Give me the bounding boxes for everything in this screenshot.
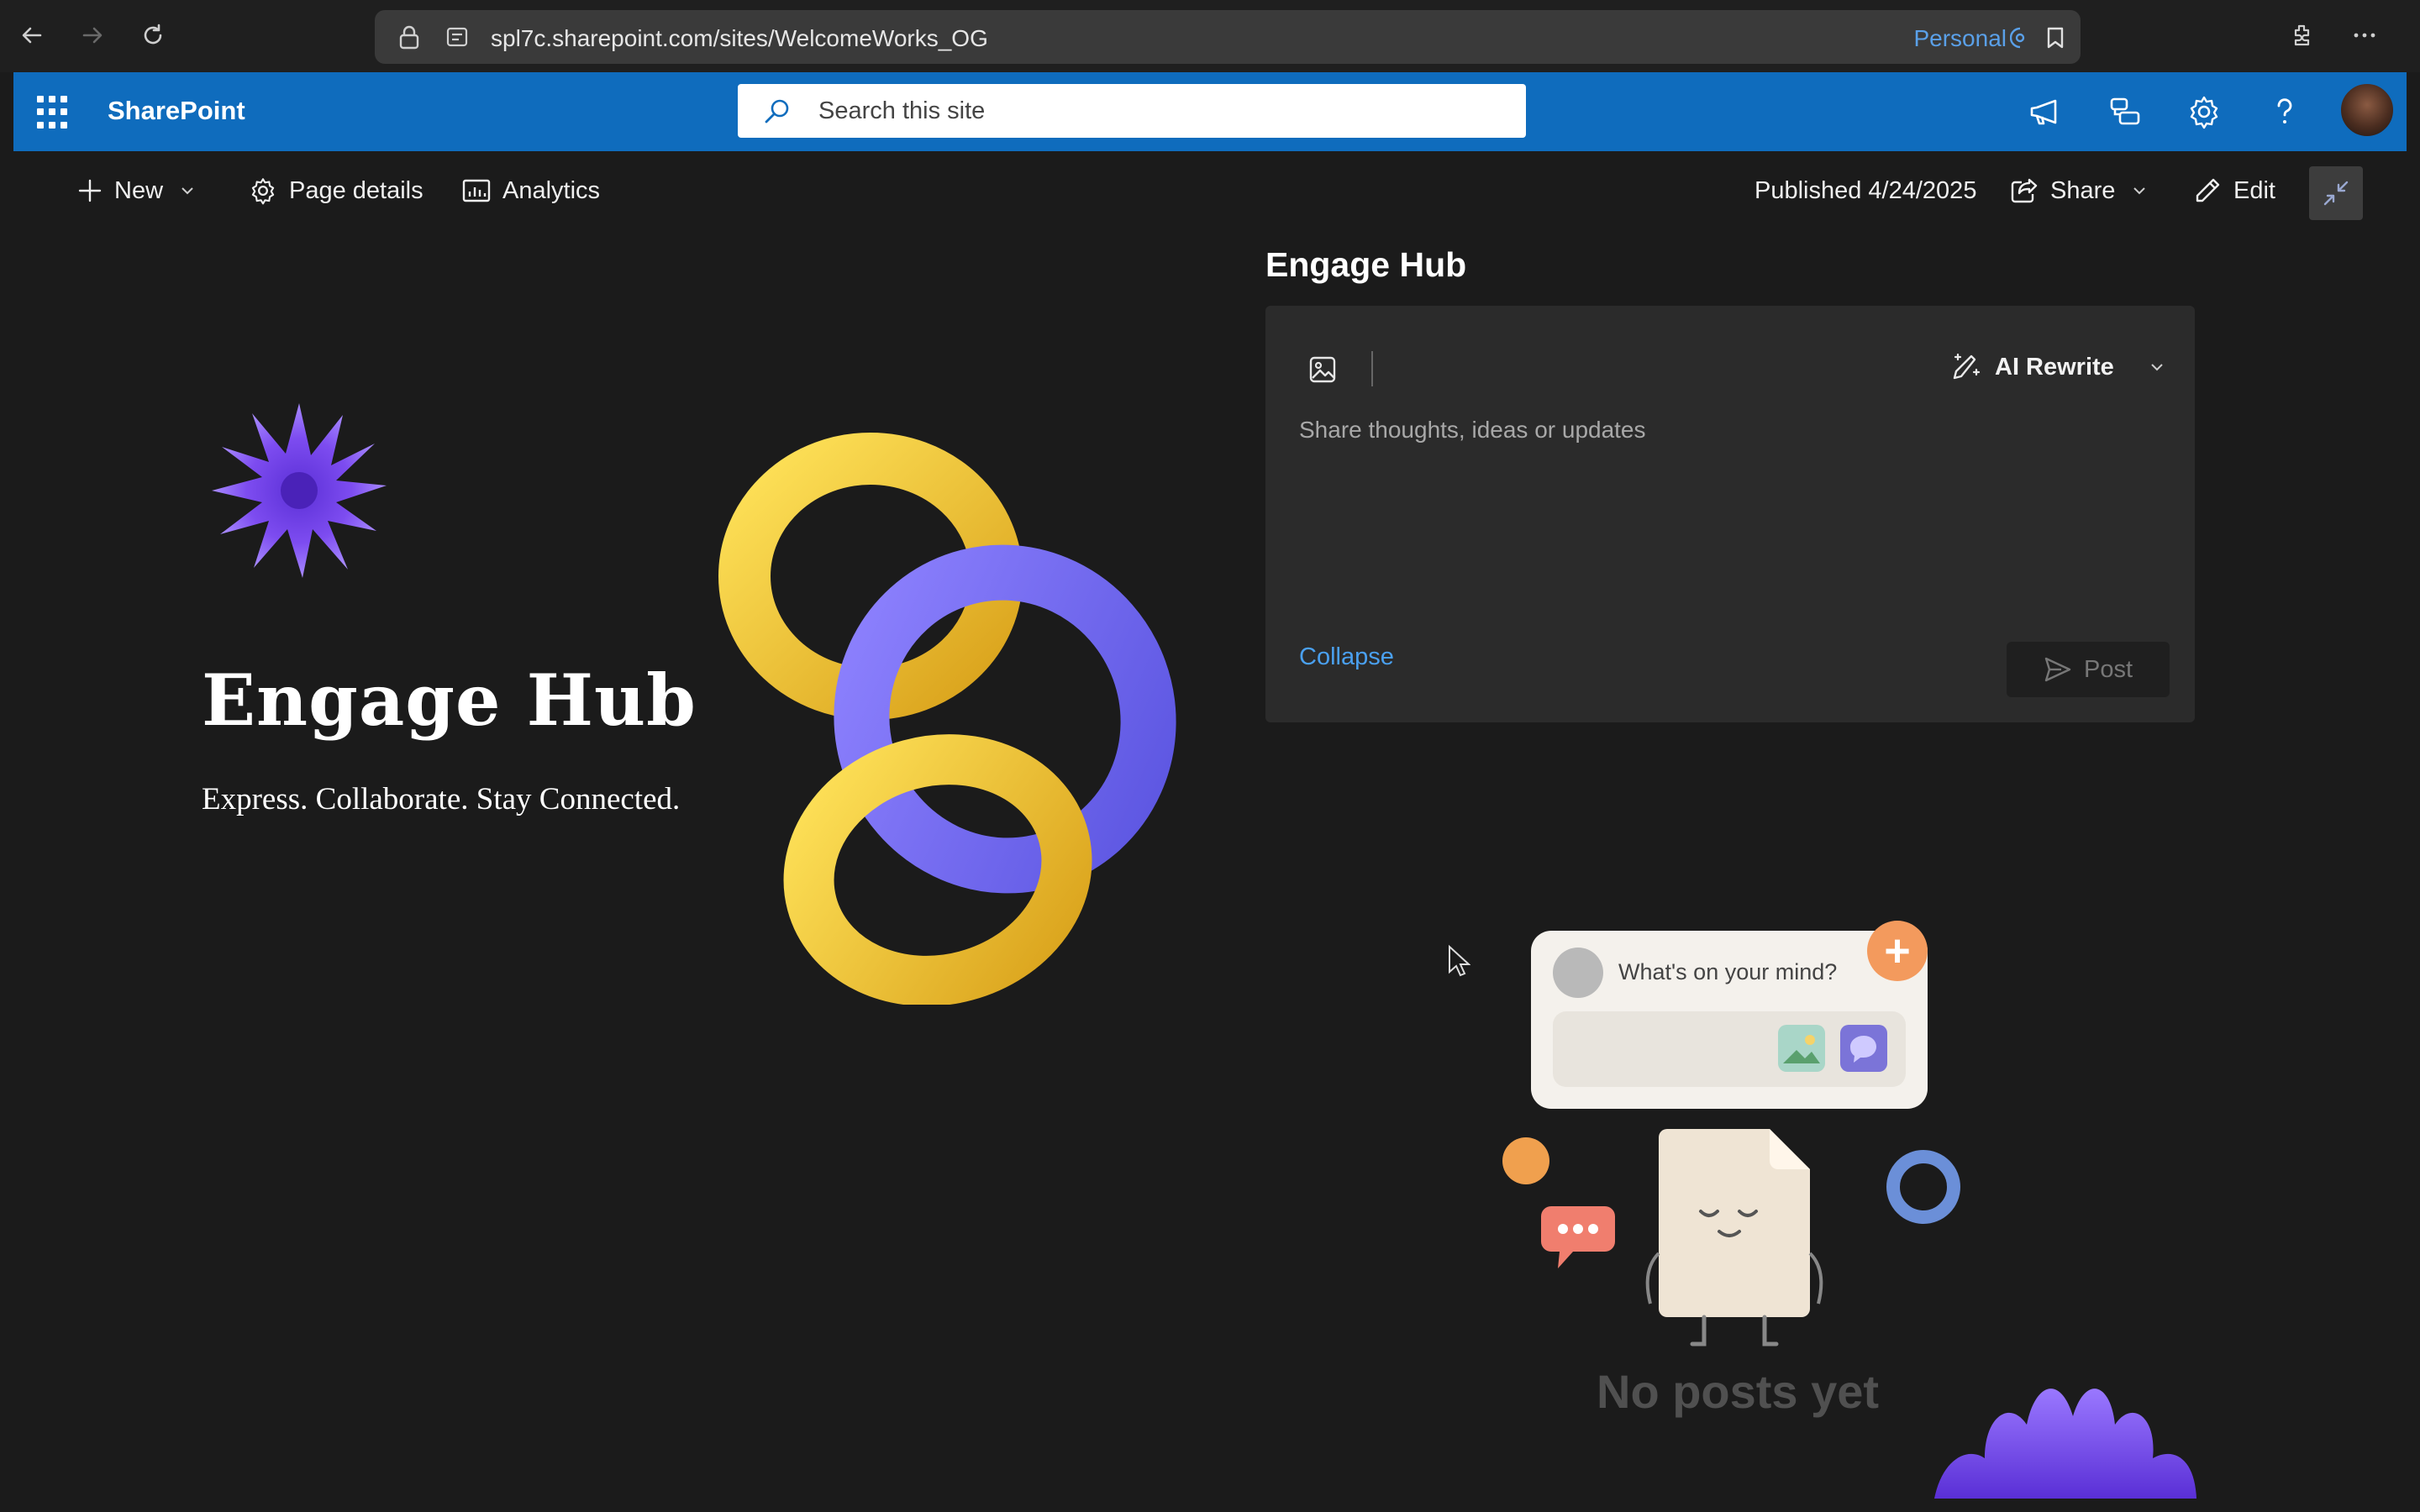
extensions-icon[interactable] [2284,17,2321,54]
engage-title: Engage Hub [1265,245,1467,284]
profile-badge-icon [2009,27,2030,53]
illustration-prompt: What's on your mind? [1618,959,1838,984]
share-label: Share [2050,176,2116,204]
new-label: New [114,176,164,204]
back-icon[interactable] [13,17,50,54]
url-text: spl7c.sharepoint.com/sites/WelcomeWorks_… [491,25,988,51]
settings-gear-icon[interactable] [2183,91,2225,133]
analytics-button[interactable]: Analytics [462,171,600,210]
new-button[interactable]: New [77,171,195,210]
blue-ring-decoration [1886,1150,1960,1224]
magic-pen-icon [1953,353,1981,380]
mouse-cursor-icon [1449,944,1470,977]
edit-button[interactable]: Edit [2193,171,2275,210]
ai-rewrite-button[interactable]: AI Rewrite [1951,346,2165,388]
page-details-label: Page details [289,176,424,204]
profile-label[interactable]: Personal [1913,25,2007,52]
user-avatar[interactable] [2339,82,2395,138]
more-options-icon[interactable] [2346,17,2383,54]
sleeping-document-character [1645,1129,1823,1347]
minimize-arrows-icon [2323,181,2349,206]
search-icon [763,97,792,126]
megaphone-icon[interactable] [2023,91,2065,133]
illustration-input-bar [1553,1011,1906,1087]
image-tile-icon [1778,1025,1825,1072]
speech-bubble-icon [1541,1206,1615,1268]
settings-gear-icon [251,178,275,205]
lock-icon [397,24,422,55]
chat-tile-icon [1840,1025,1887,1072]
app-launcher-icon[interactable] [37,96,71,129]
suite-bar: SharePoint [13,72,2407,151]
edit-label: Edit [2233,176,2275,204]
exit-fullscreen-button[interactable] [2309,166,2363,220]
published-label: Published 4/24/2025 [1754,176,1977,204]
purple-starburst-decoration [212,403,387,578]
forward-icon[interactable] [74,17,111,54]
address-bar[interactable]: spl7c.sharepoint.com/sites/WelcomeWorks_… [375,10,2081,64]
orange-ball-decoration [1502,1137,1549,1184]
post-button[interactable]: Post [2007,642,2170,697]
favorites-icon[interactable] [2044,25,2067,55]
help-icon[interactable] [2264,91,2306,133]
published-status: Published 4/24/2025 [1754,171,1976,210]
hero-title: Engage Hub [202,659,697,742]
hero-subtitle: Express. Collaborate. Stay Connected. [202,782,681,816]
share-button[interactable]: Share [2010,171,2147,210]
page-details-button[interactable]: Page details [249,171,424,210]
search-box[interactable] [738,84,1526,138]
command-bar: New Page details Analytics Published 4/2… [13,151,2407,230]
post-composer: AI Rewrite Collapse Post [1265,306,2195,722]
person-placeholder-icon [1553,948,1603,998]
post-label: Post [2083,655,2133,683]
conversations-icon[interactable] [2104,91,2146,133]
plus-icon [78,179,102,202]
share-icon [2011,178,2038,203]
pencil-icon [2196,178,2220,202]
site-info-icon[interactable] [445,25,469,53]
purple-coral-decoration [1934,1389,2196,1499]
empty-state-text: No posts yet [1597,1365,1880,1418]
post-text-input[interactable] [1299,417,2156,568]
search-input[interactable] [818,84,1507,138]
reload-icon[interactable] [134,17,171,54]
app-name[interactable]: SharePoint [108,96,245,126]
chevron-down-icon [2151,364,2163,371]
ai-rewrite-label: AI Rewrite [1995,353,2114,381]
collapse-link[interactable]: Collapse [1299,643,1394,671]
insert-image-icon[interactable] [1302,349,1343,390]
send-icon [2044,657,2071,682]
linked-rings-decoration [718,433,1176,1005]
chevron-down-icon [182,187,193,195]
analytics-label: Analytics [502,176,601,204]
chevron-down-icon [2133,187,2146,195]
analytics-chart-icon [462,179,491,202]
toolbar-divider [1371,351,1373,386]
plus-bubble-icon: + [1867,921,1928,981]
browser-chrome: spl7c.sharepoint.com/sites/WelcomeWorks_… [0,0,2420,72]
